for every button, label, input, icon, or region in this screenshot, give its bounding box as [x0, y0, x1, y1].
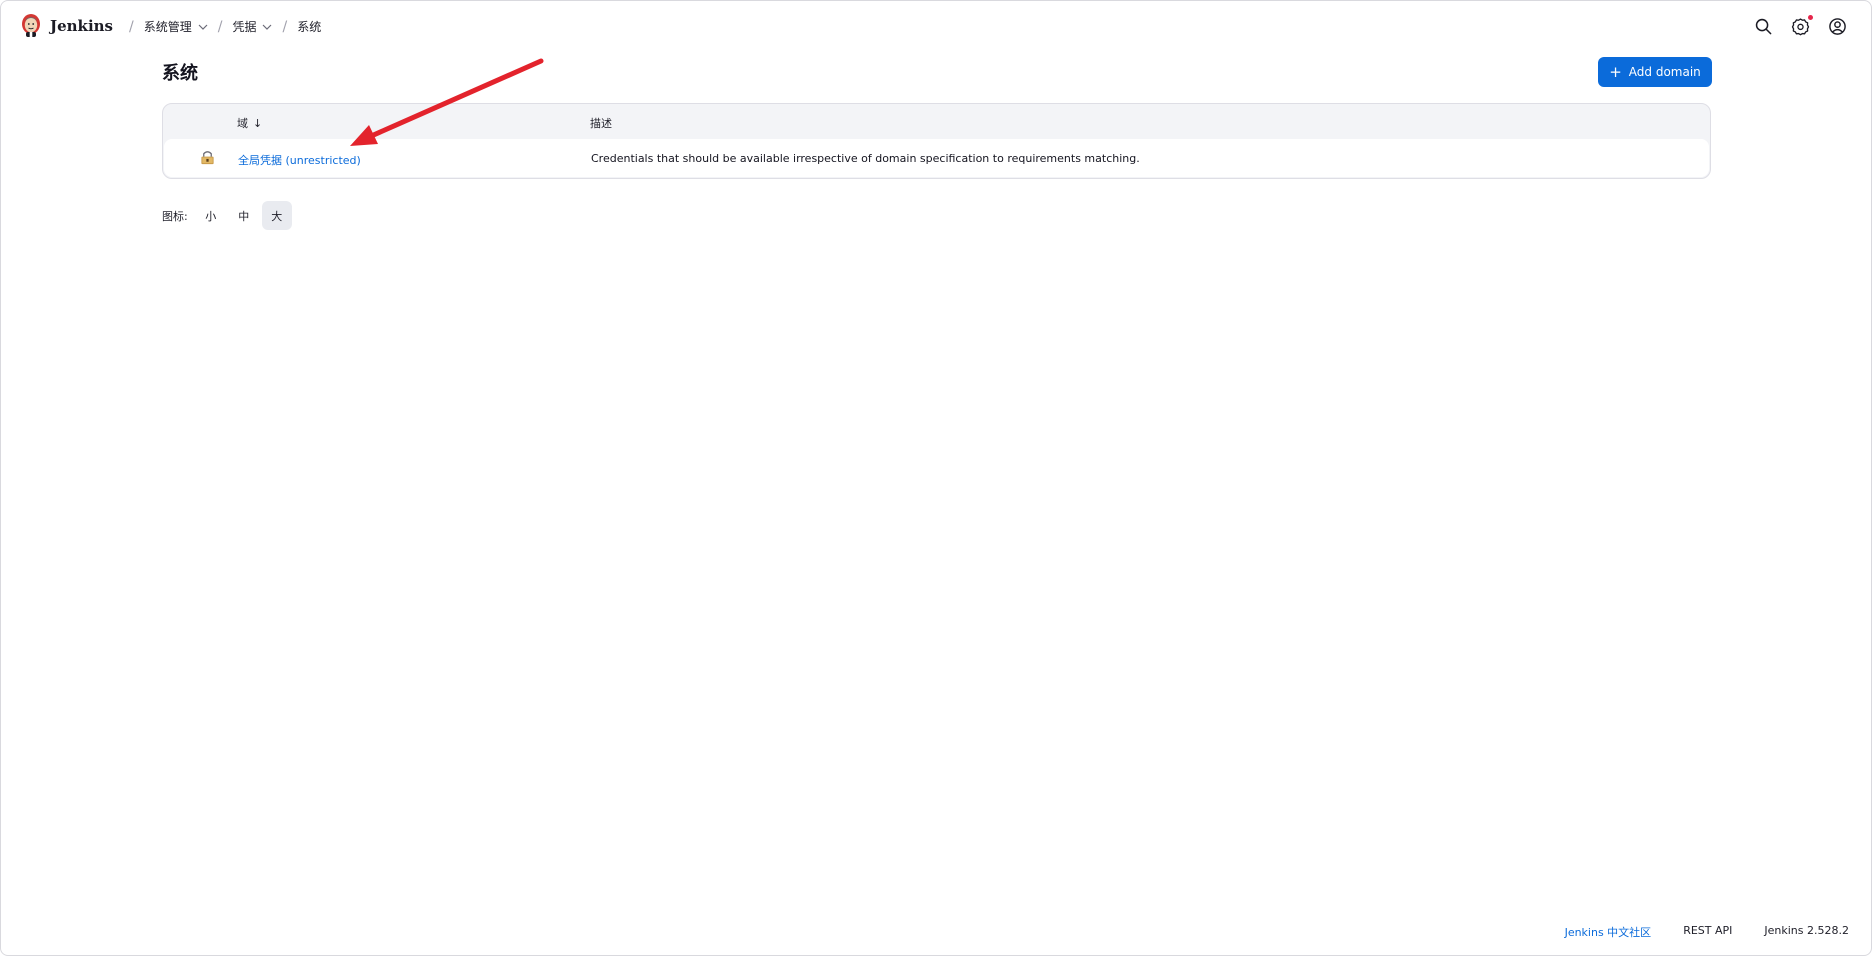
column-header-description[interactable]: 描述	[590, 115, 612, 131]
domains-table: 域 ↓ 描述 全局凭据 (unrestricted) Credentials t…	[162, 103, 1711, 179]
breadcrumb-label: 系统管理	[143, 20, 192, 34]
search-icon	[1755, 18, 1772, 35]
icon-size-medium[interactable]: 中	[229, 201, 259, 230]
add-domain-button[interactable]: + Add domain	[1598, 57, 1712, 87]
breadcrumb-label: 凭据	[232, 20, 257, 34]
chevron-down-icon[interactable]	[198, 24, 208, 30]
rest-api-link[interactable]: REST API	[1683, 924, 1732, 940]
table-header: 域 ↓ 描述	[163, 104, 1710, 139]
user-account-button[interactable]	[1828, 17, 1847, 36]
icon-size-large[interactable]: 大	[261, 201, 292, 230]
breadcrumb-separator: /	[217, 18, 223, 35]
domain-link-global-credentials[interactable]: 全局凭据 (unrestricted)	[238, 152, 361, 168]
settings-gear-icon	[1791, 18, 1810, 36]
header-actions	[1754, 15, 1847, 36]
jenkins-page: Jenkins / 系统管理 / 凭据 / 系统 系统 + Add domain…	[0, 0, 1872, 956]
jenkins-butler-logo-icon	[22, 14, 40, 37]
breadcrumb-item-manage-jenkins[interactable]: 系统管理	[144, 18, 208, 35]
credentials-store-icon	[200, 150, 215, 169]
chevron-down-icon[interactable]	[262, 24, 272, 30]
manage-jenkins-button[interactable]	[1791, 15, 1813, 36]
top-navigation-bar: Jenkins / 系统管理 / 凭据 / 系统	[1, 1, 1871, 53]
search-button[interactable]	[1754, 17, 1773, 36]
plus-icon: +	[1609, 62, 1622, 81]
breadcrumb-label: 系统	[297, 20, 322, 34]
sort-arrow-icon: ↓	[253, 116, 263, 130]
breadcrumb-separator: /	[129, 18, 134, 35]
breadcrumb-item-system[interactable]: 系统	[297, 18, 321, 35]
table-row: 全局凭据 (unrestricted) Credentials that sho…	[164, 139, 1709, 177]
jenkins-community-link[interactable]: Jenkins 中文社区	[1565, 924, 1652, 940]
notification-dot	[1808, 15, 1813, 20]
page-title: 系统	[162, 63, 198, 84]
domain-description: Credentials that should be available irr…	[591, 152, 1140, 165]
jenkins-logo-text: Jenkins	[50, 17, 113, 35]
breadcrumb-separator: /	[282, 18, 288, 35]
icon-size-selector: 图标: 小 中 大	[162, 201, 295, 230]
column-header-domain[interactable]: 域 ↓	[237, 115, 262, 131]
page-footer: Jenkins 中文社区 REST API Jenkins 2.528.2	[1565, 924, 1849, 940]
breadcrumb: / 系统管理 / 凭据 / 系统	[119, 18, 321, 35]
icon-size-label: 图标:	[162, 209, 188, 223]
column-header-domain-label: 域	[237, 117, 248, 130]
user-account-icon	[1829, 18, 1846, 35]
breadcrumb-item-credentials[interactable]: 凭据	[232, 18, 272, 35]
jenkins-home-link[interactable]: Jenkins	[20, 13, 113, 39]
add-domain-label: Add domain	[1628, 65, 1701, 79]
icon-size-small[interactable]: 小	[196, 201, 226, 230]
jenkins-version-link[interactable]: Jenkins 2.528.2	[1764, 924, 1849, 940]
